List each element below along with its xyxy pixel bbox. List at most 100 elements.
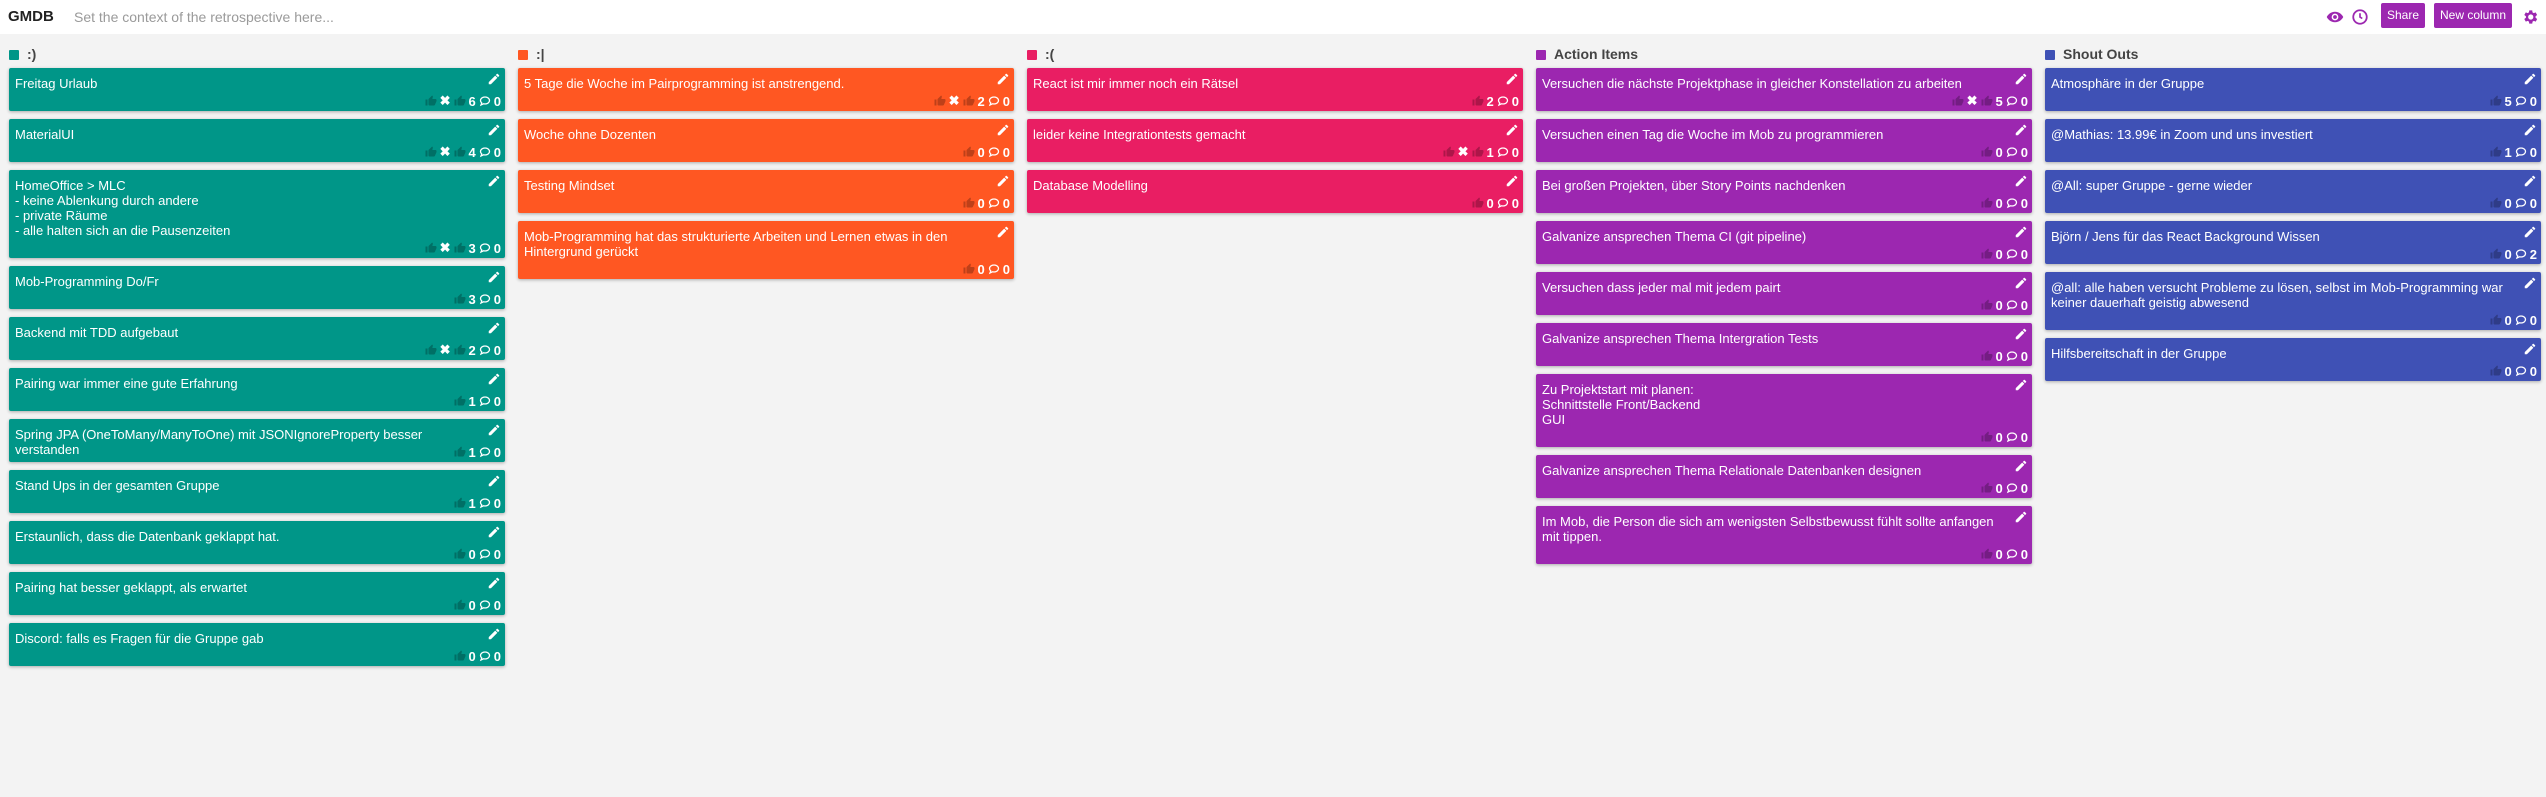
comment-icon[interactable] (479, 497, 491, 509)
pencil-icon[interactable] (1505, 123, 1519, 137)
x-icon[interactable]: ✖ (440, 241, 451, 255)
thumbs-up-icon[interactable] (1952, 95, 1964, 107)
pencil-icon[interactable] (2523, 123, 2537, 137)
x-icon[interactable]: ✖ (440, 343, 451, 357)
comment-icon[interactable] (988, 146, 1000, 158)
comment-icon[interactable] (2006, 548, 2018, 560)
column-title[interactable]: :) (27, 46, 36, 62)
card[interactable]: leider keine Integrationtests gemacht ✖ 1 0 (1027, 119, 1523, 162)
pencil-icon[interactable] (2014, 276, 2028, 290)
pencil-icon[interactable] (487, 270, 501, 284)
card[interactable]: Mob-Programming hat das strukturierte Ar… (518, 221, 1014, 279)
card[interactable]: Database Modelling 0 0 (1027, 170, 1523, 213)
thumbs-down-icon[interactable] (454, 344, 466, 356)
thumbs-up-icon[interactable] (454, 293, 466, 305)
pencil-icon[interactable] (2523, 225, 2537, 239)
thumbs-up-icon[interactable] (425, 344, 437, 356)
pencil-icon[interactable] (1505, 174, 1519, 188)
thumbs-up-icon[interactable] (1472, 197, 1484, 209)
pencil-icon[interactable] (487, 72, 501, 86)
comment-icon[interactable] (1497, 197, 1509, 209)
thumbs-up-icon[interactable] (2490, 248, 2502, 260)
comment-icon[interactable] (988, 95, 1000, 107)
comment-icon[interactable] (2006, 146, 2018, 158)
thumbs-up-icon[interactable] (1981, 431, 1993, 443)
comment-icon[interactable] (2006, 482, 2018, 494)
pencil-icon[interactable] (996, 174, 1010, 188)
x-icon[interactable]: ✖ (440, 94, 451, 108)
pencil-icon[interactable] (996, 123, 1010, 137)
card[interactable]: Galvanize ansprechen Thema Relationale D… (1536, 455, 2032, 498)
thumbs-up-icon[interactable] (425, 242, 437, 254)
pencil-icon[interactable] (2014, 510, 2028, 524)
thumbs-down-icon[interactable] (454, 242, 466, 254)
pencil-icon[interactable] (2523, 276, 2537, 290)
pencil-icon[interactable] (487, 576, 501, 590)
x-icon[interactable]: ✖ (1458, 145, 1469, 159)
thumbs-up-icon[interactable] (1981, 350, 1993, 362)
thumbs-up-icon[interactable] (425, 95, 437, 107)
thumbs-up-icon[interactable] (2490, 314, 2502, 326)
comment-icon[interactable] (2515, 146, 2527, 158)
pencil-icon[interactable] (1505, 72, 1519, 86)
comment-icon[interactable] (988, 263, 1000, 275)
pencil-icon[interactable] (487, 123, 501, 137)
card[interactable]: Atmosphäre in der Gruppe 5 0 (2045, 68, 2541, 111)
thumbs-up-icon[interactable] (963, 197, 975, 209)
eye-icon[interactable] (2326, 8, 2344, 26)
card[interactable]: Hilfsbereitschaft in der Gruppe 0 0 (2045, 338, 2541, 381)
comment-icon[interactable] (479, 599, 491, 611)
thumbs-up-icon[interactable] (454, 497, 466, 509)
comment-icon[interactable] (479, 146, 491, 158)
thumbs-down-icon[interactable] (1981, 95, 1993, 107)
thumbs-up-icon[interactable] (454, 599, 466, 611)
column-color-swatch[interactable] (1536, 50, 1546, 60)
thumbs-up-icon[interactable] (1981, 146, 1993, 158)
card[interactable]: Versuchen die nächste Projektphase in gl… (1536, 68, 2032, 111)
thumbs-up-icon[interactable] (2490, 365, 2502, 377)
pencil-icon[interactable] (2523, 72, 2537, 86)
comment-icon[interactable] (2515, 197, 2527, 209)
comment-icon[interactable] (479, 548, 491, 560)
pencil-icon[interactable] (2014, 225, 2028, 239)
clock-icon[interactable] (2351, 8, 2369, 26)
card[interactable]: Galvanize ansprechen Thema Intergration … (1536, 323, 2032, 366)
comment-icon[interactable] (2515, 248, 2527, 260)
thumbs-up-icon[interactable] (1472, 95, 1484, 107)
card[interactable]: MaterialUI ✖ 4 0 (9, 119, 505, 162)
comment-icon[interactable] (988, 197, 1000, 209)
card[interactable]: Freitag Urlaub ✖ 6 0 (9, 68, 505, 111)
pencil-icon[interactable] (996, 225, 1010, 239)
thumbs-up-icon[interactable] (2490, 197, 2502, 209)
x-icon[interactable]: ✖ (440, 145, 451, 159)
thumbs-down-icon[interactable] (1472, 146, 1484, 158)
column-title[interactable]: Shout Outs (2063, 46, 2138, 62)
column-title[interactable]: :( (1045, 46, 1054, 62)
pencil-icon[interactable] (487, 423, 501, 437)
card[interactable]: Galvanize ansprechen Thema CI (git pipel… (1536, 221, 2032, 264)
pencil-icon[interactable] (487, 174, 501, 188)
pencil-icon[interactable] (2014, 459, 2028, 473)
card[interactable]: HomeOffice > MLC - keine Ablenkung durch… (9, 170, 505, 258)
thumbs-up-icon[interactable] (454, 650, 466, 662)
x-icon[interactable]: ✖ (1967, 94, 1978, 108)
pencil-icon[interactable] (487, 627, 501, 641)
comment-icon[interactable] (479, 446, 491, 458)
x-icon[interactable]: ✖ (949, 94, 960, 108)
pencil-icon[interactable] (487, 372, 501, 386)
card[interactable]: Spring JPA (OneToMany/ManyToOne) mit JSO… (9, 419, 505, 462)
new-column-button[interactable]: New column (2434, 3, 2513, 28)
thumbs-up-icon[interactable] (934, 95, 946, 107)
thumbs-up-icon[interactable] (454, 446, 466, 458)
board-name[interactable]: GMDB (8, 8, 54, 25)
card[interactable]: Bei großen Projekten, über Story Points … (1536, 170, 2032, 213)
card[interactable]: Pairing hat besser geklappt, als erwarte… (9, 572, 505, 615)
comment-icon[interactable] (2515, 365, 2527, 377)
card[interactable]: Woche ohne Dozenten 0 0 (518, 119, 1014, 162)
comment-icon[interactable] (2006, 431, 2018, 443)
thumbs-up-icon[interactable] (1981, 197, 1993, 209)
pencil-icon[interactable] (2014, 72, 2028, 86)
card[interactable]: Versuchen einen Tag die Woche im Mob zu … (1536, 119, 2032, 162)
card[interactable]: Discord: falls es Fragen für die Gruppe … (9, 623, 505, 666)
card[interactable]: React ist mir immer noch ein Rätsel 2 0 (1027, 68, 1523, 111)
